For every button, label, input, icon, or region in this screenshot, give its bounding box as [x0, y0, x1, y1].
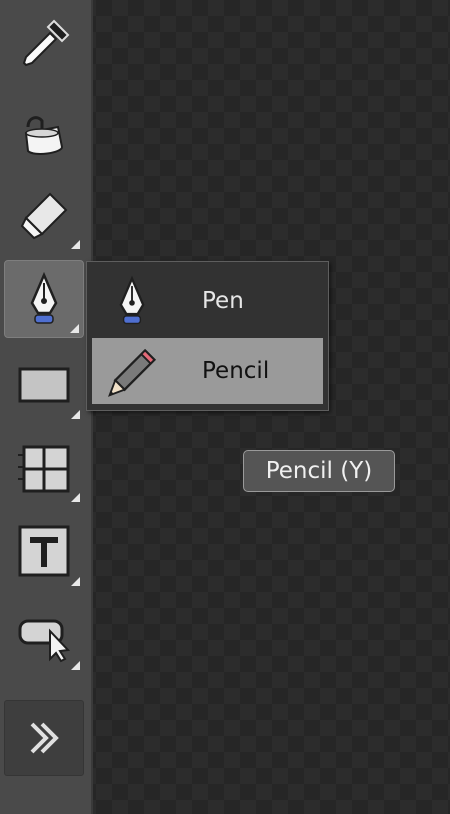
frame-tool[interactable] [4, 428, 84, 506]
balloon-tool[interactable] [4, 596, 84, 674]
submenu-indicator [71, 661, 80, 670]
pen-icon [30, 271, 58, 324]
fill-bucket-icon [24, 116, 64, 155]
text-icon [18, 525, 70, 577]
text-tool[interactable] [4, 512, 84, 590]
submenu-indicator [71, 240, 80, 249]
submenu-indicator [71, 410, 80, 419]
tool-palette [0, 0, 93, 814]
pen-tool-flyout-menu: Pen Pencil [86, 261, 329, 411]
tooltip: Pencil (Y) [243, 450, 395, 492]
rectangle-tool[interactable] [4, 345, 84, 423]
fill-tool[interactable] [4, 92, 84, 170]
more-tools-button[interactable] [4, 700, 84, 776]
menu-item-pen[interactable]: Pen [92, 268, 323, 334]
submenu-indicator [70, 324, 79, 333]
grid-icon [18, 445, 70, 493]
submenu-indicator [71, 577, 80, 586]
pencil-icon [108, 348, 157, 397]
pen-icon [119, 275, 145, 325]
menu-item-label: Pen [202, 288, 244, 314]
eyedropper-tool[interactable] [4, 6, 84, 84]
submenu-indicator [71, 493, 80, 502]
eraser-tool[interactable] [4, 175, 84, 253]
rectangle-icon [18, 367, 70, 403]
double-chevron-right-icon [30, 722, 59, 754]
menu-item-pencil[interactable]: Pencil [92, 338, 323, 404]
menu-item-label: Pencil [202, 358, 270, 384]
pen-tool[interactable] [4, 260, 84, 338]
speech-bubble-cursor-icon [18, 619, 71, 663]
eyedropper-icon [22, 19, 70, 67]
eraser-icon [20, 192, 68, 240]
